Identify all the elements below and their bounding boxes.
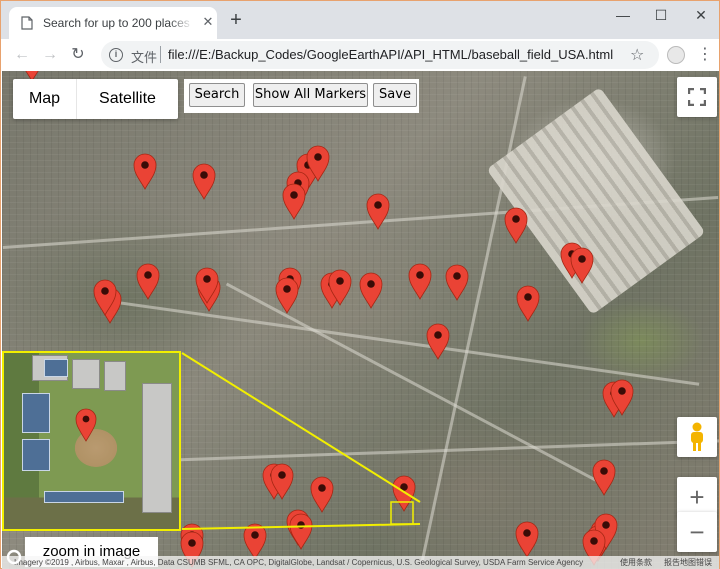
satellite-map[interactable]: Map Satellite Search Show All Markers Sa…: [2, 71, 719, 569]
marker-dot: [416, 271, 424, 279]
zoom-link-lines: [181, 352, 421, 530]
place-marker-icon[interactable]: [570, 247, 594, 284]
marker-dot: [144, 271, 152, 279]
marker-body: [570, 247, 594, 284]
marker-dot: [578, 255, 586, 263]
place-marker-icon[interactable]: [366, 193, 390, 230]
address-bar[interactable]: i 文件 file:///E:/Backup_Codes/GoogleEarth…: [101, 41, 659, 69]
marker-dot: [101, 287, 109, 295]
marker-body: [275, 277, 299, 314]
pegman-icon: [691, 422, 703, 451]
reload-icon[interactable]: ↻: [65, 42, 91, 68]
marker-dot: [602, 521, 610, 529]
close-window-button[interactable]: ✕: [691, 5, 711, 25]
marker-dot: [200, 171, 208, 179]
show-all-markers-button[interactable]: Show All Markers: [253, 83, 368, 107]
back-icon[interactable]: ←: [9, 42, 35, 68]
search-button[interactable]: Search: [189, 83, 245, 107]
forward-icon[interactable]: →: [37, 42, 63, 68]
marker-body: [366, 193, 390, 230]
marker-body: [504, 207, 528, 244]
inset-marker-icon: [75, 408, 97, 442]
info-icon[interactable]: i: [109, 48, 123, 62]
marker-dot: [524, 293, 532, 301]
action-toolbar: Search Show All Markers Save: [184, 79, 419, 113]
extension-icon[interactable]: [667, 46, 685, 64]
place-marker-icon[interactable]: [133, 153, 157, 190]
tab-strip: Search for up to 200 places wi ✕ + — ☐ ✕: [1, 1, 719, 39]
marker-body: [192, 163, 216, 200]
zoom-target-box: [390, 501, 414, 525]
marker-body: [592, 459, 616, 496]
place-marker-icon[interactable]: [445, 264, 469, 301]
maximize-button[interactable]: ☐: [651, 5, 671, 25]
marker-dot: [618, 387, 626, 395]
marker-body: [282, 183, 306, 220]
marker-body: [136, 263, 160, 300]
place-marker-icon[interactable]: [504, 207, 528, 244]
address-divider: [160, 46, 161, 63]
marker-dot: [434, 331, 442, 339]
marker-dot: [290, 191, 298, 199]
place-marker-icon[interactable]: [408, 263, 432, 300]
terms-link[interactable]: 使用条款: [620, 556, 652, 569]
place-marker-icon[interactable]: [359, 272, 383, 309]
browser-toolbar: ← → ↻ i 文件 file:///E:/Backup_Codes/Googl…: [1, 39, 719, 71]
marker-dot: [141, 161, 149, 169]
browser-window: Search for up to 200 places wi ✕ + — ☐ ✕…: [0, 0, 720, 569]
scheme-label: 文件: [131, 50, 158, 65]
google-logo-icon: [6, 549, 22, 565]
marker-dot: [453, 272, 461, 280]
new-tab-button[interactable]: +: [227, 10, 245, 30]
tab-close-icon[interactable]: ✕: [201, 15, 215, 29]
url-text[interactable]: file:///E:/Backup_Codes/GoogleEarthAPI/A…: [168, 47, 613, 62]
place-marker-icon[interactable]: [275, 277, 299, 314]
marker-dot: [512, 215, 520, 223]
fullscreen-button[interactable]: [677, 77, 717, 117]
map-type-map-button[interactable]: Map: [13, 79, 76, 119]
inset-marker-layer: [75, 408, 97, 442]
fullscreen-icon: [687, 87, 707, 107]
marker-dot: [374, 201, 382, 209]
place-marker-icon[interactable]: [192, 163, 216, 200]
place-marker-icon[interactable]: [136, 263, 160, 300]
marker-body: [133, 153, 157, 190]
zoom-out-button[interactable]: −: [677, 512, 717, 552]
place-marker-icon[interactable]: [592, 459, 616, 496]
menu-icon[interactable]: ⋮: [697, 45, 713, 65]
page-icon: [21, 16, 33, 30]
map-attribution: Imagery ©2019 , Airbus, Maxar , Airbus, …: [2, 556, 719, 569]
minimize-button[interactable]: —: [613, 5, 633, 25]
tab-title: Search for up to 200 places wi: [43, 16, 193, 30]
marker-dot: [283, 285, 291, 293]
street-view-pegman[interactable]: [677, 417, 717, 457]
marker-body: [359, 272, 383, 309]
attribution-text: Imagery ©2019 , Airbus, Maxar , Airbus, …: [14, 558, 584, 567]
browser-tab[interactable]: Search for up to 200 places wi ✕: [9, 7, 217, 39]
marker-dot: [336, 277, 344, 285]
marker-body: [445, 264, 469, 301]
zoom-in-button[interactable]: +: [677, 477, 717, 517]
zoom-inset-image: [2, 351, 181, 531]
marker-dot: [367, 280, 375, 288]
place-marker-icon[interactable]: [282, 183, 306, 220]
map-type-control: Map Satellite: [13, 79, 178, 119]
report-map-error-link[interactable]: 报告地图错误: [664, 556, 712, 569]
marker-body: [516, 285, 540, 322]
marker-dot: [314, 153, 322, 161]
marker-dot: [600, 467, 608, 475]
marker-dot: [203, 275, 211, 283]
save-button[interactable]: Save: [373, 83, 417, 107]
star-icon[interactable]: ☆: [630, 45, 644, 65]
marker-body: [408, 263, 432, 300]
map-type-satellite-button[interactable]: Satellite: [77, 79, 178, 119]
place-marker-icon[interactable]: [516, 285, 540, 322]
